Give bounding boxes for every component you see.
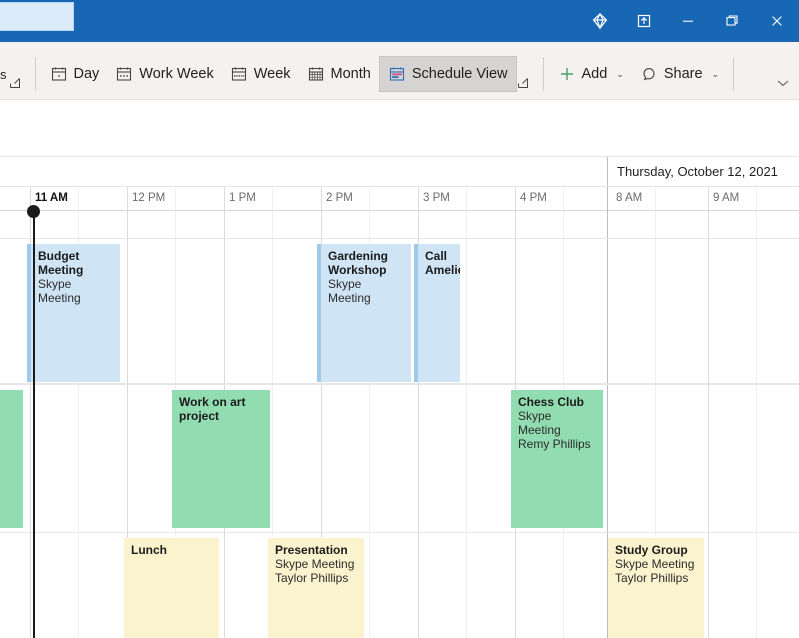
day-divider-header — [607, 157, 608, 186]
calendar-event[interactable]: Gardening WorkshopSkype Meeting — [317, 244, 411, 382]
calendar-day-icon — [50, 65, 68, 83]
calendar-event-title: Chess Club — [518, 395, 597, 409]
view-button-month[interactable]: Month — [299, 56, 379, 92]
view-button-month-label: Month — [331, 66, 371, 82]
ribbon-toolbar: s Day — [0, 42, 799, 100]
calendar-date-header-row: Thursday, October 12, 2021 — [0, 157, 799, 187]
calendar-event-organizer: Remy Phillips — [518, 437, 597, 451]
add-button[interactable]: Add ⌄ — [550, 56, 632, 92]
add-button-label: Add — [582, 66, 608, 82]
calendar-month-icon — [307, 65, 325, 83]
calendar-event[interactable]: Lunch — [124, 538, 219, 638]
current-time-marker-line — [33, 211, 35, 638]
current-time-marker-dot — [27, 205, 40, 218]
maximize-icon[interactable] — [710, 0, 754, 42]
restore-down-icon[interactable] — [622, 0, 666, 42]
lane-separator-0 — [0, 238, 799, 239]
title-bar — [0, 0, 799, 42]
calendar-event[interactable]: Call Amelie — [414, 244, 460, 382]
calendar-event-title: Presentation — [275, 543, 358, 557]
close-icon[interactable] — [754, 0, 799, 42]
minimize-icon[interactable] — [666, 0, 710, 42]
calendar-event[interactable]: Work on art project — [172, 390, 270, 528]
calendar-event-organizer: Taylor Phillips — [615, 571, 698, 585]
share-button[interactable]: Share ⌄ — [632, 56, 727, 92]
view-button-work-week-label: Work Week — [139, 66, 213, 82]
plus-icon — [558, 65, 576, 83]
ribbon-divider-2 — [543, 57, 544, 91]
lane-separator-blue-bottom — [0, 383, 799, 384]
lane-separator-2 — [0, 532, 799, 533]
calendar-schedule-icon — [388, 65, 406, 83]
calendar-event-title: Lunch — [131, 543, 213, 557]
calendar-event-subtitle: Skype Meeting — [38, 277, 114, 305]
collapse-ribbon-icon[interactable] — [777, 78, 789, 90]
ribbon-truncated-group-label: s — [0, 67, 7, 82]
view-button-week[interactable]: Week — [222, 56, 299, 92]
view-button-work-week[interactable]: Work Week — [107, 56, 221, 92]
calendar-event-subtitle: Skype Meeting — [615, 557, 698, 571]
calendar-week-icon — [230, 65, 248, 83]
calendar-event-subtitle: Skype Meeting — [275, 557, 358, 571]
calendar-event-subtitle: Skype Meeting — [518, 409, 597, 437]
calendar-event-title: Budget Meeting — [38, 249, 114, 277]
share-icon — [640, 65, 658, 83]
calendar-event-title: Study Group — [615, 543, 698, 557]
view-button-schedule-view-label: Schedule View — [412, 66, 508, 82]
ribbon-divider-1 — [35, 57, 36, 91]
view-button-schedule-view[interactable]: Schedule View — [379, 56, 517, 92]
calendar-date-header: Thursday, October 12, 2021 — [608, 164, 778, 179]
share-button-label: Share — [664, 66, 703, 82]
view-button-week-label: Week — [254, 66, 291, 82]
calendar-workweek-icon — [115, 65, 133, 83]
calendar-event[interactable]: Study GroupSkype MeetingTaylor Phillips — [608, 538, 704, 638]
ribbon-divider-3 — [733, 57, 734, 91]
chevron-down-icon-add[interactable]: ⌄ — [616, 69, 624, 80]
ribbon-commands: s Day — [0, 54, 740, 94]
calendar-event[interactable]: Chess ClubSkype MeetingRemy Phillips — [511, 390, 603, 528]
chevron-down-icon-share[interactable]: ⌄ — [712, 69, 720, 80]
calendar-event[interactable] — [0, 390, 23, 528]
calendar-event-title: Work on art project — [179, 395, 264, 423]
calendar-event-subtitle: Skype Meeting — [328, 277, 405, 305]
calendar-event-title: Call Amelie — [425, 249, 454, 277]
calendar-event[interactable]: PresentationSkype MeetingTaylor Phillips — [268, 538, 364, 638]
calendar-grid-layer: Budget MeetingSkype MeetingGardening Wor… — [0, 187, 799, 638]
calendar-event[interactable]: Budget MeetingSkype Meeting — [27, 244, 120, 382]
view-button-day[interactable]: Day — [42, 56, 108, 92]
calendar-event-organizer: Taylor Phillips — [275, 571, 358, 585]
window-controls — [578, 0, 799, 42]
dialog-launcher-icon-left[interactable] — [9, 76, 21, 88]
dialog-launcher-icon-right[interactable] — [517, 76, 529, 88]
calendar-schedule-grid: Thursday, October 12, 2021 11 AM12 PM1 P… — [0, 157, 799, 638]
window-tab[interactable] — [0, 2, 74, 31]
calendar-event-title: Gardening Workshop — [328, 249, 405, 277]
weather-bar: Park Valley, California ▾ Today 61° F / … — [0, 100, 799, 157]
lane-green — [0, 390, 799, 528]
lane-separator-1 — [0, 384, 799, 385]
view-button-day-label: Day — [74, 66, 100, 82]
diamond-icon[interactable] — [578, 0, 622, 42]
